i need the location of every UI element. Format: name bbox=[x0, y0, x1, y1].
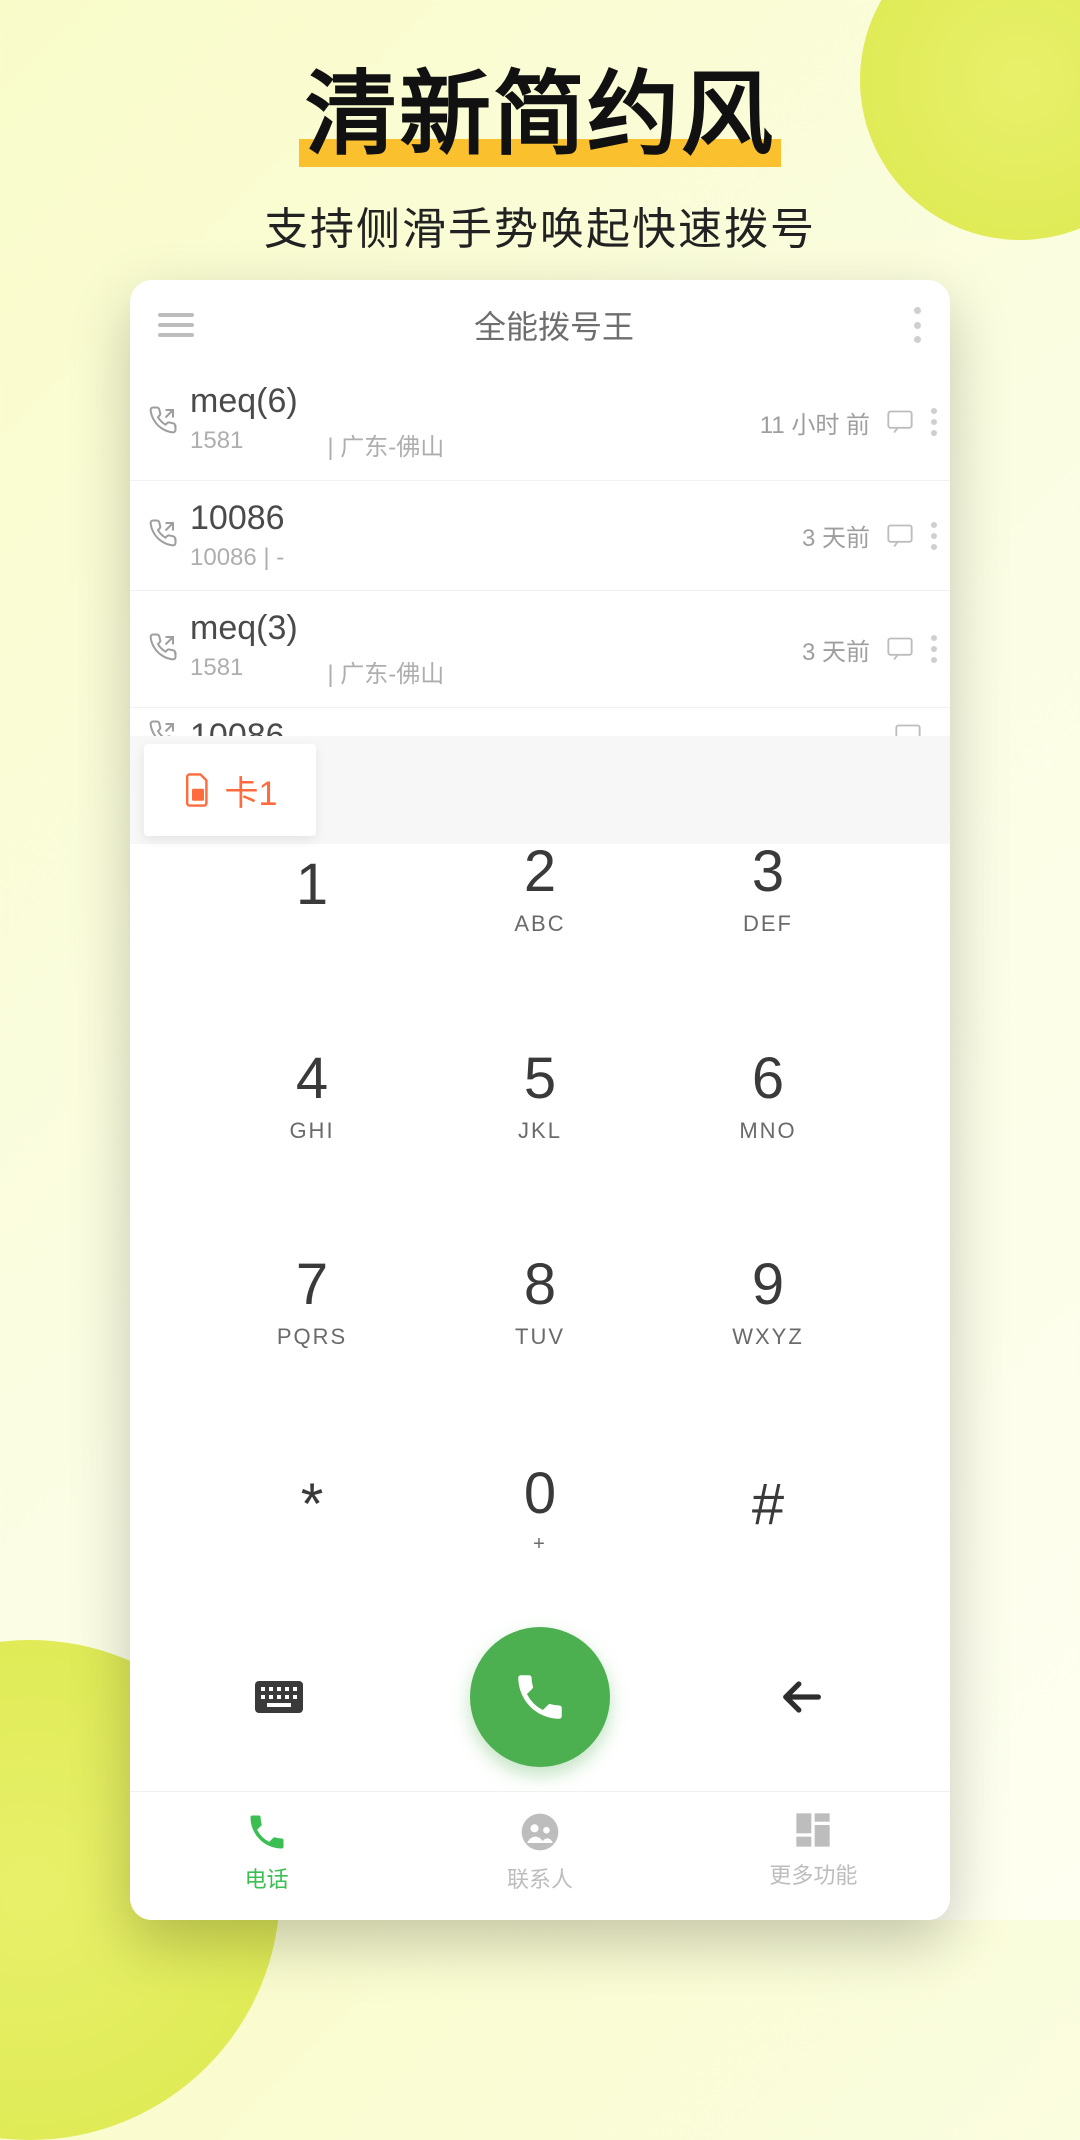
arrow-left-icon bbox=[775, 1671, 827, 1723]
key-star[interactable]: * bbox=[198, 1404, 426, 1611]
call-number: 10086 | - bbox=[190, 544, 284, 572]
key-6[interactable]: 6MNO bbox=[654, 991, 882, 1198]
message-icon[interactable] bbox=[884, 408, 918, 436]
call-list: meq(6) 1581 | 广东-佛山 11 小时 前 10086 10086 … bbox=[130, 364, 950, 764]
grid-icon bbox=[793, 1810, 833, 1850]
key-0[interactable]: 0+ bbox=[426, 1404, 654, 1611]
key-7[interactable]: 7PQRS bbox=[198, 1198, 426, 1405]
message-icon[interactable] bbox=[884, 522, 918, 550]
row-overflow-icon[interactable] bbox=[930, 522, 938, 550]
call-time: 11 小时 前 bbox=[760, 405, 870, 440]
phone-outgoing-icon bbox=[148, 518, 190, 553]
nav-contacts[interactable]: 联系人 bbox=[403, 1810, 676, 1894]
nav-label: 联系人 bbox=[507, 1862, 573, 1894]
call-number: 1581 bbox=[190, 654, 243, 689]
app-title: 全能拨号王 bbox=[474, 302, 634, 348]
sim-selector[interactable]: 卡1 bbox=[144, 744, 316, 836]
key-9[interactable]: 9WXYZ bbox=[654, 1198, 882, 1405]
hero: 清新简约风 支持侧滑手势唤起快速拨号 bbox=[0, 0, 1080, 257]
nav-phone[interactable]: 电话 bbox=[130, 1810, 403, 1894]
call-region: | 广东-佛山 bbox=[327, 427, 444, 462]
call-time: 3 天前 bbox=[802, 518, 870, 553]
call-time: 3 天前 bbox=[802, 632, 870, 667]
nav-more[interactable]: 更多功能 bbox=[677, 1810, 950, 1894]
hero-title: 清新简约风 bbox=[305, 40, 775, 173]
keyboard-toggle-button[interactable] bbox=[251, 1669, 307, 1725]
hero-subtitle: 支持侧滑手势唤起快速拨号 bbox=[0, 193, 1080, 257]
backspace-button[interactable] bbox=[773, 1669, 829, 1725]
call-number: 1581 bbox=[190, 427, 243, 462]
dial-button[interactable] bbox=[470, 1627, 610, 1767]
phone-icon bbox=[245, 1810, 289, 1854]
call-region: | 广东-佛山 bbox=[327, 654, 444, 689]
keyboard-icon bbox=[255, 1679, 303, 1715]
dialpad: 1 2ABC 3DEF 4GHI 5JKL 6MNO 7PQRS 8TUV 9W… bbox=[130, 764, 950, 1617]
call-name: meq(3) bbox=[190, 609, 802, 648]
key-4[interactable]: 4GHI bbox=[198, 991, 426, 1198]
call-row[interactable]: meq(3) 1581 | 广东-佛山 3 天前 bbox=[130, 591, 950, 708]
nav-label: 更多功能 bbox=[769, 1858, 857, 1890]
contacts-icon bbox=[518, 1810, 562, 1854]
overflow-icon[interactable] bbox=[914, 307, 922, 343]
menu-icon[interactable] bbox=[158, 313, 194, 337]
phone-frame: 全能拨号王 meq(6) 1581 | 广东-佛山 11 小时 前 bbox=[130, 280, 950, 1920]
bottom-nav: 电话 联系人 更多功能 bbox=[130, 1791, 950, 1920]
row-overflow-icon[interactable] bbox=[930, 635, 938, 663]
key-8[interactable]: 8TUV bbox=[426, 1198, 654, 1405]
call-name: 10086 bbox=[190, 499, 802, 538]
sim-label: 卡1 bbox=[225, 766, 278, 815]
phone-icon bbox=[511, 1668, 569, 1726]
message-icon[interactable] bbox=[884, 635, 918, 663]
phone-outgoing-icon bbox=[148, 405, 190, 440]
dial-actions bbox=[130, 1617, 950, 1791]
row-overflow-icon[interactable] bbox=[930, 408, 938, 436]
sim-icon bbox=[183, 772, 213, 808]
key-hash[interactable]: # bbox=[654, 1404, 882, 1611]
call-row[interactable]: 10086 10086 | - 3 天前 bbox=[130, 481, 950, 591]
key-5[interactable]: 5JKL bbox=[426, 991, 654, 1198]
nav-label: 电话 bbox=[245, 1862, 289, 1894]
toolbar: 全能拨号王 bbox=[130, 280, 950, 364]
call-name: meq(6) bbox=[190, 382, 760, 421]
call-row[interactable]: meq(6) 1581 | 广东-佛山 11 小时 前 bbox=[130, 364, 950, 481]
phone-outgoing-icon bbox=[148, 632, 190, 667]
